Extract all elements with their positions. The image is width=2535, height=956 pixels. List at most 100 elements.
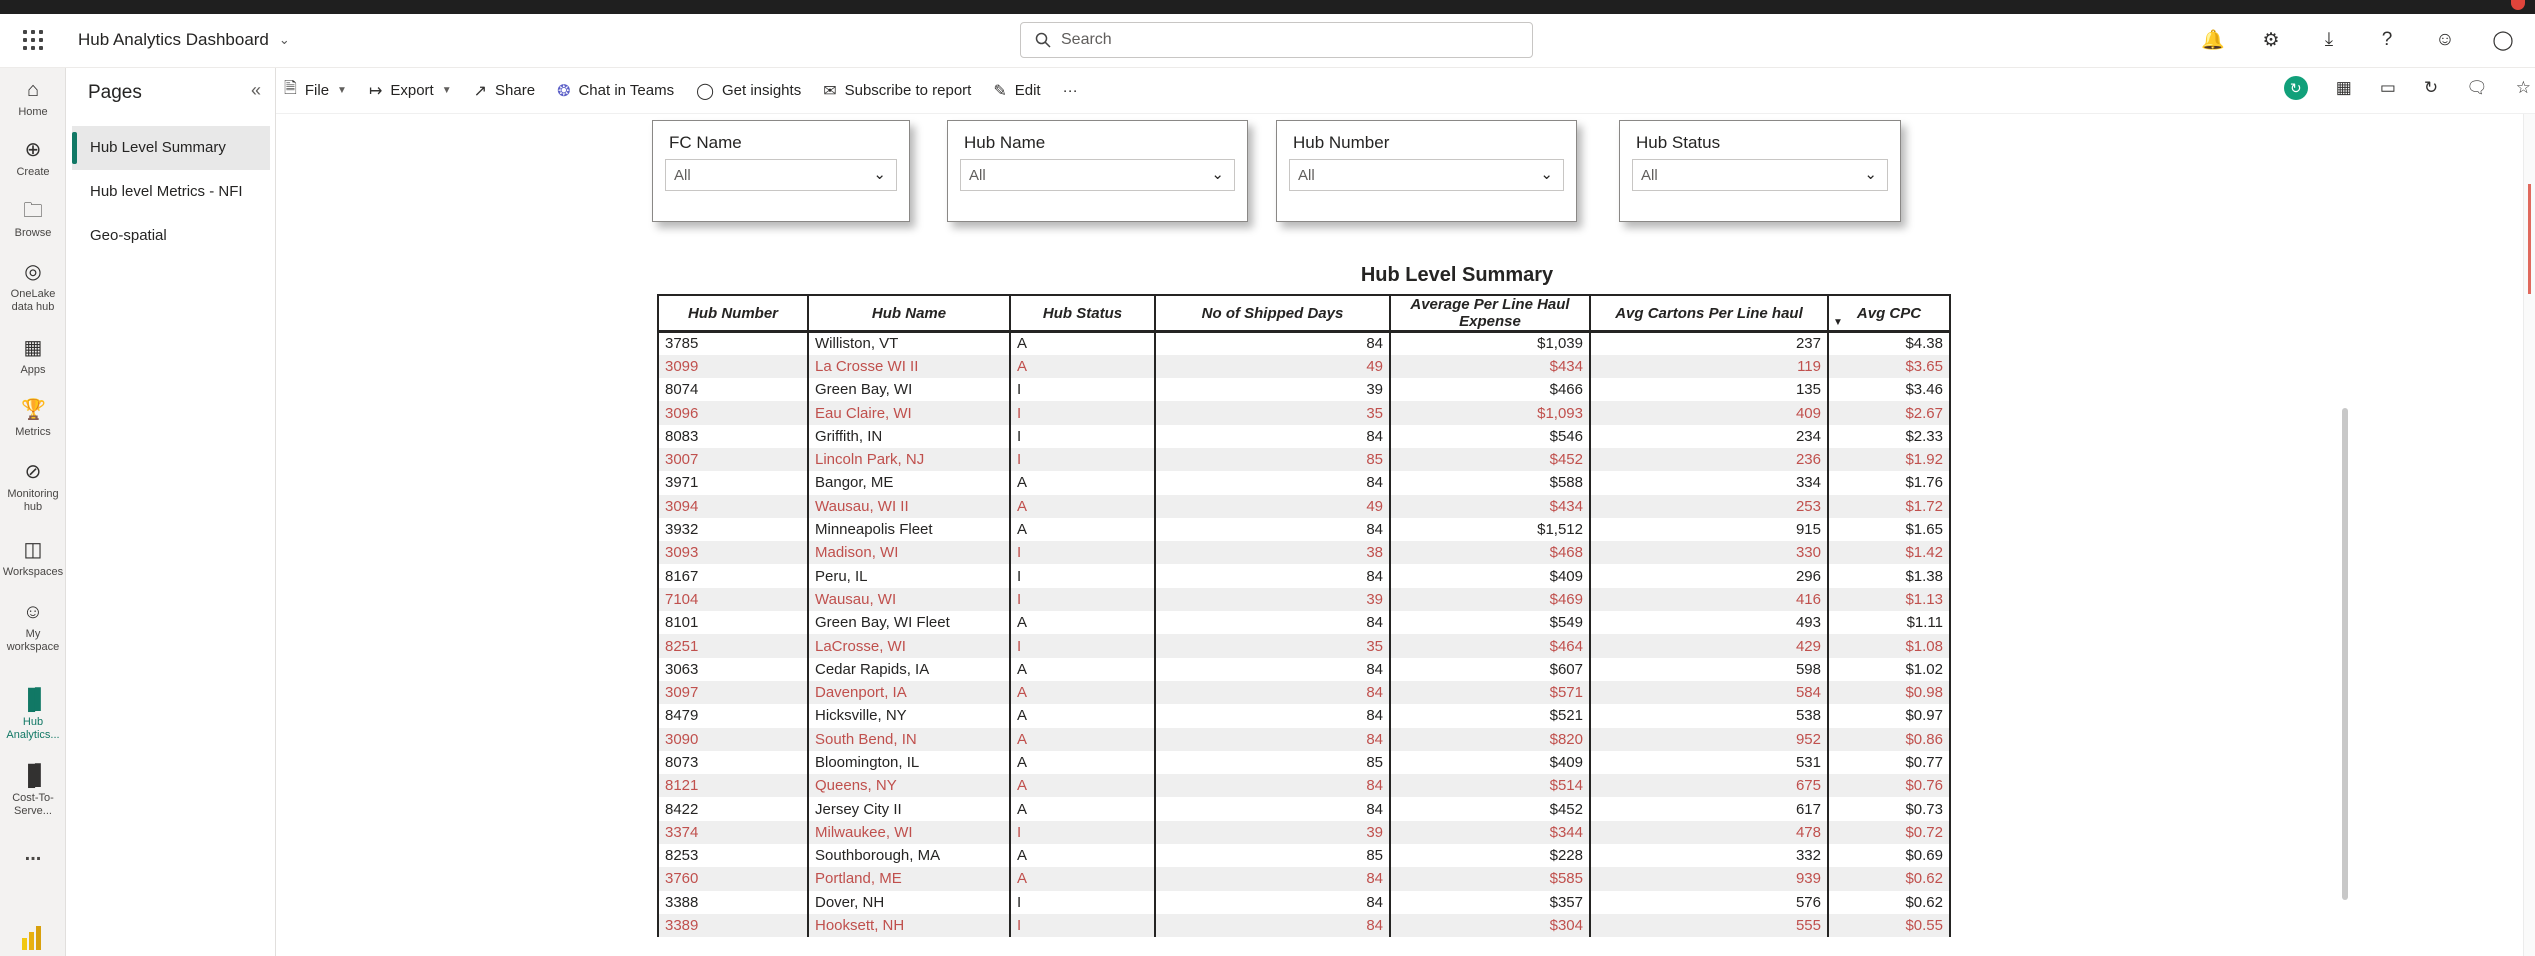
rail-metrics[interactable]: 🏆 Metrics — [0, 398, 66, 439]
edit-button[interactable]: ✎ Edit — [993, 81, 1040, 101]
column-header[interactable]: Average Per Line Haul Expense — [1389, 294, 1591, 333]
bookmark-icon[interactable]: ▦ — [2336, 78, 2352, 98]
view-icon[interactable]: ▭ — [2380, 78, 2396, 98]
column-header[interactable]: Hub Status — [1009, 294, 1156, 333]
help-icon[interactable]: ? — [2375, 28, 2399, 52]
app-launcher-icon[interactable] — [22, 29, 44, 51]
column-header[interactable]: Avg Cartons Per Line haul — [1589, 294, 1829, 333]
settings-gear-icon[interactable]: ⚙ — [2259, 28, 2283, 52]
rail-onelake[interactable]: ◎ OneLake data hub — [0, 260, 66, 314]
table-cell: 3374 — [657, 820, 809, 845]
table-cell: 85 — [1154, 844, 1391, 868]
table-cell: 39 — [1154, 820, 1391, 845]
table-row[interactable]: 8251 LaCrosse, WI I 35 $464 429 $1.08 — [657, 634, 1951, 658]
table-row[interactable]: 8083 Griffith, IN I 84 $546 234 $2.33 — [657, 424, 1951, 448]
table-row[interactable]: 3389 Hooksett, NH I 84 $304 555 $0.55 — [657, 913, 1951, 938]
collapse-pane-icon[interactable]: « — [251, 80, 261, 101]
chat-label: Chat in Teams — [578, 82, 675, 99]
report-title-menu[interactable]: Hub Analytics Dashboard ⌄ — [78, 30, 290, 50]
slicer-dropdown[interactable]: All ⌄ — [960, 159, 1235, 191]
rail-browse[interactable]: 🗀 Browse — [0, 199, 66, 240]
window-close-dot[interactable] — [2511, 0, 2525, 10]
rail-apps[interactable]: ▦ Apps — [0, 336, 66, 377]
slicer-dropdown[interactable]: All ⌄ — [665, 159, 897, 191]
table-cell: $0.77 — [1827, 750, 1951, 775]
rail-create[interactable]: ⊕ Create — [0, 138, 66, 179]
table-row[interactable]: 8422 Jersey City II A 84 $452 617 $0.73 — [657, 797, 1951, 821]
table-row[interactable]: 3093 Madison, WI I 38 $468 330 $1.42 — [657, 541, 1951, 565]
rail-home[interactable]: ⌂ Home — [0, 78, 66, 119]
table-row[interactable]: 3096 Eau Claire, WI I 35 $1,093 409 $2.67 — [657, 401, 1951, 425]
table-row[interactable]: 3090 South Bend, IN A 84 $820 952 $0.86 — [657, 727, 1951, 751]
rail-label: Hub Analytics... — [6, 716, 60, 741]
table-cell: $466 — [1389, 378, 1591, 402]
rail-cost-to-serve[interactable]: ▐▍ Cost-To-Serve... — [0, 764, 66, 818]
rail-monitoring[interactable]: ⊘ Monitoring hub — [0, 460, 66, 514]
page-item-hub-level-summary[interactable]: Hub Level Summary — [72, 126, 270, 170]
table-row[interactable]: 8074 Green Bay, WI I 39 $466 135 $3.46 — [657, 378, 1951, 402]
file-menu[interactable]: 🗎 File ▼ — [284, 77, 347, 104]
reset-icon[interactable]: ↻ — [2283, 76, 2308, 100]
column-header[interactable]: Hub Number — [657, 294, 809, 333]
table-row[interactable]: 8073 Bloomington, IL A 85 $409 531 $0.77 — [657, 750, 1951, 775]
notifications-bell-icon[interactable]: 🔔 — [2201, 28, 2225, 52]
slicer-dropdown[interactable]: All ⌄ — [1632, 159, 1888, 191]
table-cell: Queens, NY — [807, 774, 1011, 798]
favorite-star-icon[interactable]: ☆ — [2516, 78, 2531, 98]
rail-more[interactable]: ... — [0, 844, 66, 864]
search-input[interactable]: Search — [1020, 22, 1533, 58]
table-row[interactable]: 3007 Lincoln Park, NJ I 85 $452 236 $1.92 — [657, 447, 1951, 472]
table-vertical-scrollbar[interactable] — [2342, 408, 2348, 900]
subscribe-button[interactable]: ✉ Subscribe to report — [823, 81, 971, 101]
rail-workspaces[interactable]: ◫ Workspaces — [0, 538, 66, 579]
feedback-smiley-icon[interactable]: ☺ — [2433, 28, 2457, 52]
comment-icon[interactable]: 🗨 — [2466, 78, 2488, 98]
page-item-hub-level-metrics[interactable]: Hub level Metrics - NFI — [72, 170, 270, 214]
table-row[interactable]: 8479 Hicksville, NY A 84 $521 538 $0.97 — [657, 704, 1951, 728]
table-row[interactable]: 3785 Williston, VT A 84 $1,039 237 $4.38 — [657, 331, 1951, 355]
refresh-icon[interactable]: ↻ — [2424, 78, 2438, 98]
table-cell: $344 — [1389, 820, 1591, 845]
table-row[interactable]: 8167 Peru, IL I 84 $409 296 $1.38 — [657, 564, 1951, 588]
onelake-icon: ◎ — [24, 261, 42, 283]
more-options-button[interactable]: ··· — [1063, 82, 1078, 99]
folder-icon: 🗀 — [23, 200, 43, 222]
table-cell: 84 — [1154, 704, 1391, 728]
export-menu[interactable]: ↦ Export ▼ — [369, 81, 452, 101]
download-icon[interactable]: ⤓ — [2317, 28, 2341, 52]
table-row[interactable]: 3063 Cedar Rapids, IA A 84 $607 598 $1.02 — [657, 657, 1951, 681]
table-cell: $585 — [1389, 867, 1591, 891]
get-insights-button[interactable]: ◯ Get insights — [696, 81, 801, 101]
table-row[interactable]: 3388 Dover, NH I 84 $357 576 $0.62 — [657, 890, 1951, 914]
table-row[interactable]: 8121 Queens, NY A 84 $514 675 $0.76 — [657, 774, 1951, 798]
column-header-sorted[interactable]: ▼ Avg CPC — [1827, 294, 1951, 333]
page-item-geo-spatial[interactable]: Geo-spatial — [72, 214, 270, 258]
table-row[interactable]: 3374 Milwaukee, WI I 39 $344 478 $0.72 — [657, 820, 1951, 845]
search-placeholder: Search — [1061, 31, 1112, 48]
column-header[interactable]: No of Shipped Days — [1154, 294, 1391, 333]
rail-my-workspace[interactable]: ☺ My workspace — [0, 600, 66, 654]
rail-hub-analytics[interactable]: ▐▍ Hub Analytics... — [0, 688, 66, 742]
table-cell: 8083 — [657, 424, 809, 448]
table-cell: 3785 — [657, 331, 809, 355]
table-row[interactable]: 3097 Davenport, IA A 84 $571 584 $0.98 — [657, 680, 1951, 705]
table-row[interactable]: 3760 Portland, ME A 84 $585 939 $0.62 — [657, 867, 1951, 891]
slicer-dropdown[interactable]: All ⌄ — [1289, 159, 1564, 191]
share-button[interactable]: ↗ Share — [474, 81, 535, 101]
table-row[interactable]: 3971 Bangor, ME A 84 $588 334 $1.76 — [657, 471, 1951, 495]
table-row[interactable]: 3932 Minneapolis Fleet A 84 $1,512 915 $1.65 — [657, 517, 1951, 542]
table-row[interactable]: 8101 Green Bay, WI Fleet A 84 $549 493 $1.11 — [657, 611, 1951, 635]
slicer-hub-status: Hub Status All ⌄ — [1619, 120, 1901, 222]
table-cell: Milwaukee, WI — [807, 820, 1011, 845]
table-cell: $0.62 — [1827, 867, 1951, 891]
table-row[interactable]: 7104 Wausau, WI I 39 $469 416 $1.13 — [657, 587, 1951, 612]
table-row[interactable]: 3099 La Crosse WI II A 49 $434 119 $3.65 — [657, 354, 1951, 379]
table-row[interactable]: 3094 Wausau, WI II A 49 $434 253 $1.72 — [657, 494, 1951, 518]
column-header[interactable]: Hub Name — [807, 294, 1011, 333]
table-row[interactable]: 8253 Southborough, MA A 85 $228 332 $0.69 — [657, 844, 1951, 868]
slicer-value: All — [674, 166, 691, 184]
chat-in-teams-button[interactable]: ❂ Chat in Teams — [557, 81, 674, 101]
slicer-hub-name: Hub Name All ⌄ — [947, 120, 1248, 222]
report-canvas: FC Name All ⌄ Hub Name All ⌄ Hub Number Al… — [276, 114, 2535, 956]
account-avatar-icon[interactable]: ◯ — [2491, 28, 2515, 52]
